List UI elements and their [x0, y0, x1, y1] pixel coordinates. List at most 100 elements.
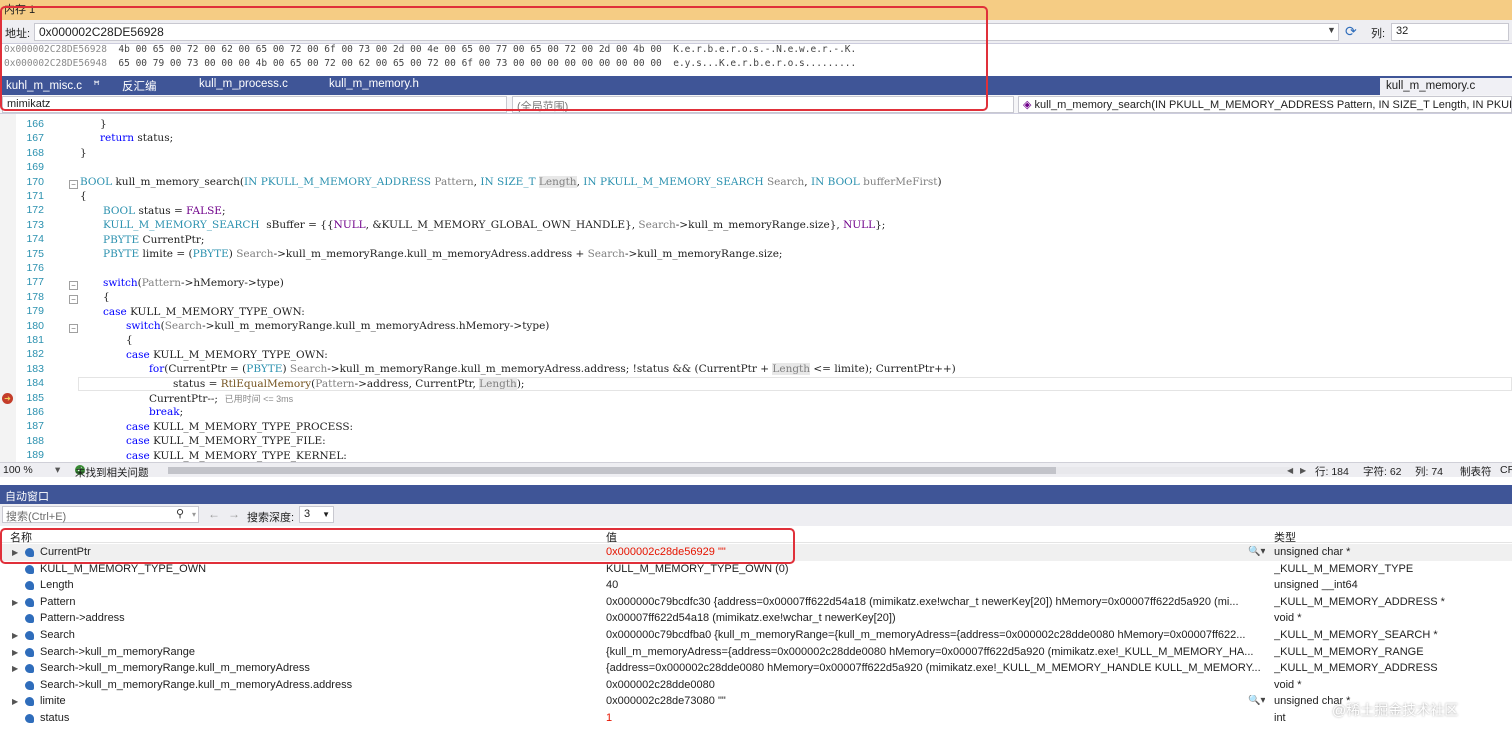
memory-row-ascii: K.e.r.b.e.r.o.s.-.N.e.w.e.r.-.K. — [673, 44, 857, 55]
variable-value[interactable]: 0x00007ff622d54a18 (mimikatz.exe!wchar_t… — [606, 612, 1270, 624]
variable-type: void * — [1274, 678, 1302, 691]
memory-row-address: 0x000002C28DE56928 — [4, 44, 107, 55]
code-line: CurrentPtr--; 已用时间 <= 3ms — [149, 393, 294, 405]
zoom-level[interactable]: 100 % — [3, 464, 33, 476]
refresh-icon[interactable]: ⟳ — [1345, 23, 1357, 40]
variable-value[interactable]: 0x000002c28de56929 "" — [606, 546, 1270, 558]
autos-row[interactable]: ▶ Search->kull_m_memoryRange {kull_m_memor… — [0, 644, 1512, 661]
visualizer-icon[interactable]: 🔍▾ — [1248, 695, 1265, 706]
autos-row[interactable]: Length 40 unsigned __int64 — [0, 577, 1512, 594]
autos-row[interactable]: ▶ Search->kull_m_memoryRange.kull_m_memor… — [0, 660, 1512, 677]
expand-icon[interactable]: ▶ — [12, 548, 18, 557]
memory-dump[interactable]: 0x000002C28DE56928 4b 00 65 00 72 00 62 … — [0, 44, 1512, 70]
line-number: 188 — [26, 434, 44, 447]
chevron-down-icon[interactable]: ▼ — [1327, 25, 1336, 35]
autos-row[interactable]: ▶ CurrentPtr 0x000002c28de56929 "" unsigned… — [0, 544, 1512, 561]
chevron-down-icon: ▼ — [322, 510, 330, 519]
search-icon[interactable]: ⚲ — [176, 507, 184, 520]
code-line: } — [100, 118, 107, 130]
tab-kuhl-m-misc[interactable]: kuhl_m_misc.c ꟸ — [0, 76, 114, 95]
variable-value[interactable]: 0x000000c79bcdfba0 {kull_m_memoryRange={… — [606, 629, 1270, 641]
variable-value[interactable]: 0x000002c28de73080 "" — [606, 695, 1270, 707]
line-number: 179 — [26, 305, 44, 318]
expand-icon[interactable]: ▶ — [12, 664, 18, 673]
breakpoint-margin[interactable] — [0, 114, 16, 462]
variable-type: _KULL_M_MEMORY_TYPE — [1274, 562, 1414, 575]
autos-row[interactable]: ▶ Pattern 0x000000c79bcdfc30 {address=0x00… — [0, 594, 1512, 611]
variable-value[interactable]: {kull_m_memoryAdress={address=0x000002c2… — [606, 646, 1270, 658]
horizontal-scrollbar[interactable] — [168, 467, 1293, 474]
tabs-indicator[interactable]: 制表符 — [1460, 464, 1492, 479]
memory-row: 0x000002C28DE56948 65 00 79 00 73 00 00 … — [4, 58, 856, 70]
line-number: 175 — [26, 247, 44, 260]
watermark: @稀土掘金技术社区 — [1332, 702, 1459, 718]
variable-name: Pattern->address — [40, 612, 125, 625]
scrollbar-thumb[interactable] — [168, 467, 1056, 474]
variable-value[interactable]: 40 — [606, 579, 1270, 591]
tab-kull-m-process[interactable]: kull_m_process.c — [193, 76, 294, 95]
tab-kull-m-memory-c[interactable]: kull_m_memory.c — [1380, 76, 1512, 95]
forward-arrow-icon[interactable]: → — [228, 507, 240, 521]
line-number: 172 — [26, 204, 44, 217]
project-dropdown[interactable]: mimikatz — [2, 96, 507, 113]
visualizer-icon[interactable]: 🔍▾ — [1248, 546, 1265, 557]
back-arrow-icon[interactable]: ← — [208, 507, 220, 521]
variable-name: KULL_M_MEMORY_TYPE_OWN — [40, 562, 207, 575]
search-options-icon[interactable]: ▾ — [192, 510, 196, 519]
fold-icon[interactable]: − — [69, 295, 78, 304]
variable-type: _KULL_M_MEMORY_SEARCH * — [1274, 629, 1438, 641]
expand-icon[interactable]: ▶ — [12, 648, 18, 657]
column-indicator[interactable]: 列: 74 — [1415, 464, 1443, 479]
line-indicator[interactable]: 行: 184 — [1315, 464, 1349, 479]
expand-icon[interactable]: ▶ — [12, 631, 18, 640]
code-editor[interactable]: ➜ 166 167 168 169 170 171 172 173 174 175 176 177 17… — [0, 114, 1512, 462]
autos-row[interactable]: status 1 int — [0, 710, 1512, 727]
line-number: 181 — [26, 334, 44, 346]
zoom-dropdown-icon[interactable]: ▾ — [55, 464, 60, 476]
address-input[interactable]: 0x000002C28DE56928 — [34, 23, 1339, 41]
tab-disassembly[interactable]: 反汇编 — [116, 76, 163, 95]
search-input[interactable]: 搜索(Ctrl+E) — [2, 506, 199, 523]
line-number: 166 — [26, 118, 44, 130]
variable-value[interactable]: KULL_M_MEMORY_TYPE_OWN (0) — [606, 563, 1270, 575]
code-line: case KULL_M_MEMORY_TYPE_FILE: — [126, 435, 326, 447]
variable-value[interactable]: 1 — [606, 712, 1270, 724]
scroll-left-icon[interactable]: ◀ — [1287, 466, 1293, 475]
scope-dropdown[interactable]: (全局范围) — [512, 96, 1014, 113]
autos-toolbar: 搜索(Ctrl+E) ⚲ ▾ ← → 搜索深度: 3 ▼ — [0, 504, 1512, 526]
header-value[interactable]: 值 — [606, 529, 617, 545]
variable-value[interactable]: 0x000000c79bcdfc30 {address=0x00007ff622… — [606, 596, 1270, 608]
header-type[interactable]: 类型 — [1274, 529, 1296, 545]
autos-row[interactable]: Search->kull_m_memoryRange.kull_m_memory… — [0, 677, 1512, 694]
variable-icon — [25, 697, 34, 707]
expand-icon[interactable]: ▶ — [12, 598, 18, 607]
search-depth-dropdown[interactable]: 3 ▼ — [299, 506, 334, 523]
breakpoint-current-icon[interactable]: ➜ — [2, 393, 13, 404]
code-line: BOOL status = FALSE; — [103, 205, 226, 217]
eol-indicator[interactable]: CR — [1500, 464, 1512, 476]
scroll-right-icon[interactable]: ▶ — [1300, 466, 1306, 475]
header-name[interactable]: 名称 — [10, 529, 32, 545]
variable-value[interactable]: 0x000002c28dde0080 — [606, 679, 1270, 691]
fold-icon[interactable]: − — [69, 281, 78, 290]
fold-icon[interactable]: − — [69, 180, 78, 189]
autos-row[interactable]: Pattern->address 0x00007ff622d54a18 (mimi… — [0, 610, 1512, 627]
autos-row[interactable]: ▶ Search 0x000000c79bcdfba0 {kull_m_memory… — [0, 627, 1512, 644]
variable-value[interactable]: {address=0x000002c28dde0080 hMemory=0x00… — [606, 662, 1270, 674]
line-number: 180 — [26, 319, 44, 332]
address-label: 地址: — [5, 28, 31, 40]
variable-type: void * — [1274, 612, 1302, 625]
char-indicator[interactable]: 字符: 62 — [1363, 464, 1402, 479]
code-line: { — [103, 291, 110, 303]
code-line: return status; — [100, 132, 174, 144]
tab-kull-m-memory-h[interactable]: kull_m_memory.h — [323, 76, 425, 95]
fold-icon[interactable]: − — [69, 324, 78, 333]
line-number: 189 — [26, 449, 44, 462]
expand-icon[interactable]: ▶ — [12, 697, 18, 706]
column-input[interactable]: 32 — [1391, 23, 1509, 41]
variable-name: Search->kull_m_memoryRange — [40, 645, 195, 658]
autos-row[interactable]: ▶ limite 0x000002c28de73080 "" unsigned cha… — [0, 693, 1512, 710]
function-dropdown[interactable]: ◈ kull_m_memory_search(IN PKULL_M_MEMORY… — [1018, 96, 1512, 113]
autos-row[interactable]: KULL_M_MEMORY_TYPE_OWN KULL_M_MEMORY_TYPE… — [0, 561, 1512, 578]
pin-icon[interactable]: ꟸ — [93, 80, 100, 92]
